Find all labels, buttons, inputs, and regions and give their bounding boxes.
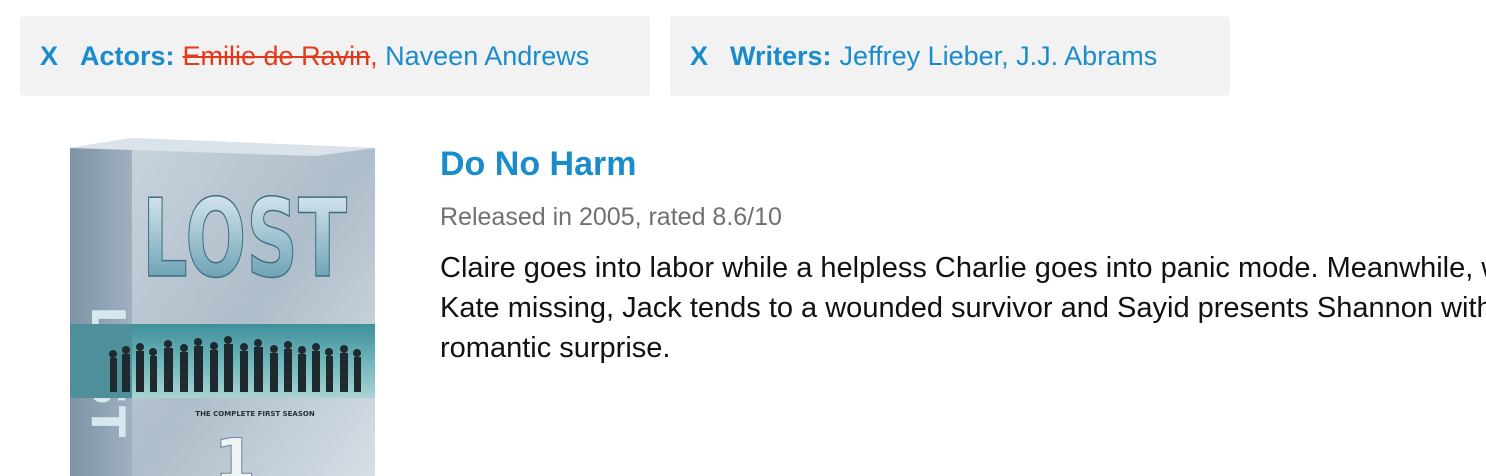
cover-logo-text: LOST [142, 177, 347, 302]
result-item: Do No Harm Released in 2005, rated 8.6/1… [440, 142, 1486, 368]
filter-values-actors[interactable]: Naveen Andrews [385, 41, 589, 72]
result-description: Claire goes into labor while a helpless … [440, 252, 1486, 364]
removed-separator: , [370, 40, 378, 71]
remove-writers-filter-button[interactable]: X [690, 41, 708, 72]
filter-label-actors: Actors: [80, 40, 175, 71]
filter-label-writers: Writers: [730, 40, 832, 71]
filter-chip-writers: X Writers: Jeffrey Lieber, J.J. Abrams [670, 16, 1230, 96]
result-meta: Released in 2005, rated 8.6/10 [440, 203, 782, 231]
cover-image[interactable]: LOST LOST [70, 136, 375, 476]
cover-season-number: 1 [214, 426, 256, 476]
cover-subtitle: THE COMPLETE FIRST SEASON [195, 410, 315, 418]
filter-chip-actors: X Actors: Emilie de Ravin, Naveen Andrew… [20, 16, 650, 96]
remove-actors-filter-button[interactable]: X [40, 41, 58, 72]
active-filters: X Actors: Emilie de Ravin, Naveen Andrew… [20, 16, 1230, 96]
filter-values-writers[interactable]: Jeffrey Lieber, J.J. Abrams [840, 41, 1158, 72]
result-title-link[interactable]: Do No Harm [440, 142, 1486, 186]
removed-actor-value[interactable]: Emilie de Ravin [183, 41, 371, 72]
